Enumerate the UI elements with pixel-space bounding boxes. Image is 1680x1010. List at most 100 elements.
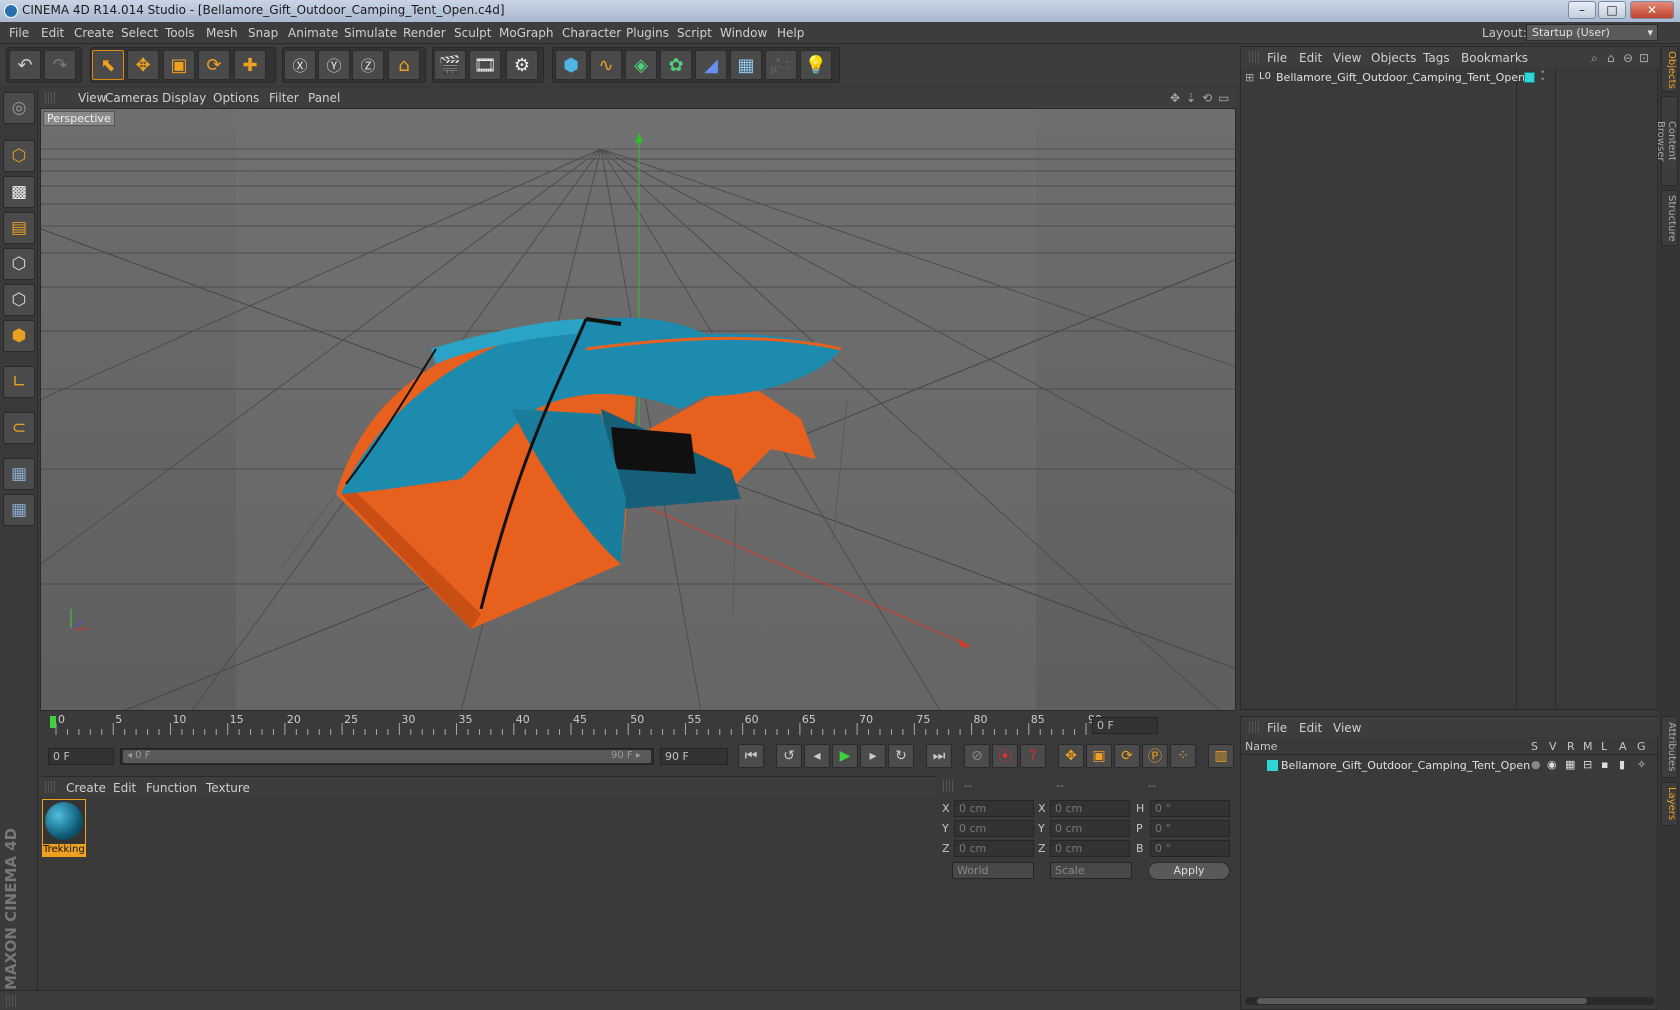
- timeline-playhead[interactable]: [50, 716, 56, 728]
- object-row[interactable]: ⊞ L0 Bellamore_Gift_Outdoor_Camping_Tent…: [1241, 69, 1659, 87]
- menu-animate[interactable]: Animate: [288, 26, 338, 40]
- viewport-menu-display[interactable]: Display: [162, 91, 206, 105]
- key-scale-icon[interactable]: ▣: [1086, 744, 1112, 768]
- planar-workplane-icon[interactable]: ▦: [3, 494, 35, 526]
- rotation-b-field[interactable]: 0 °: [1150, 840, 1230, 857]
- menu-window[interactable]: Window: [720, 26, 767, 40]
- position-y-field[interactable]: 0 cm: [954, 820, 1034, 837]
- layer-col-view[interactable]: V: [1549, 740, 1557, 753]
- tab-structure[interactable]: Structure: [1661, 190, 1678, 246]
- layer-color-tag[interactable]: [1524, 72, 1535, 83]
- viewport-menu-filter[interactable]: Filter: [269, 91, 299, 105]
- points-mode-icon[interactable]: ⬡: [3, 248, 35, 280]
- panel-grip[interactable]: [45, 92, 55, 104]
- objects-menu-bookmarks[interactable]: Bookmarks: [1461, 51, 1528, 65]
- coordinate-system-icon[interactable]: ⌂: [388, 50, 420, 80]
- size-y-field[interactable]: 0 cm: [1050, 820, 1130, 837]
- expand-icon[interactable]: ⊞: [1245, 71, 1254, 84]
- panel-grip[interactable]: [45, 781, 55, 793]
- menu-mograph[interactable]: MoGraph: [499, 26, 554, 40]
- key-parameter-icon[interactable]: Ⓟ: [1142, 744, 1168, 768]
- layers-menu-edit[interactable]: Edit: [1299, 721, 1322, 735]
- material-menu-edit[interactable]: Edit: [113, 781, 136, 795]
- viewport-zoom-icon[interactable]: ⇣: [1186, 91, 1196, 105]
- tab-objects[interactable]: Objects: [1661, 46, 1678, 92]
- next-frame-icon[interactable]: ▸: [860, 744, 886, 768]
- layer-color-swatch[interactable]: [1267, 760, 1278, 771]
- rotation-p-field[interactable]: 0 °: [1150, 820, 1230, 837]
- undo-icon[interactable]: ↶: [9, 50, 41, 80]
- workplane-icon[interactable]: ▤: [3, 212, 35, 244]
- menu-file[interactable]: File: [9, 26, 29, 40]
- panel-grip[interactable]: [6, 995, 16, 1007]
- viewport-maximize-icon[interactable]: ▭: [1218, 91, 1229, 105]
- move-icon[interactable]: ✥: [127, 50, 159, 80]
- material-menu-create[interactable]: Create: [66, 781, 106, 795]
- search-icon[interactable]: ⌕: [1591, 51, 1598, 66]
- goto-start-icon[interactable]: ⏮: [738, 744, 764, 768]
- close-button[interactable]: ✕: [1630, 1, 1674, 19]
- timeline-window-icon[interactable]: ▥: [1208, 744, 1234, 768]
- menu-select[interactable]: Select: [121, 26, 158, 40]
- timeline-ruler[interactable]: 051015202530354045505560657075808590 0 F: [40, 713, 1236, 741]
- axis-mode-icon[interactable]: ∟: [3, 366, 35, 398]
- maximize-button[interactable]: □: [1598, 1, 1626, 19]
- apply-button[interactable]: Apply: [1148, 862, 1230, 880]
- model-mode-icon[interactable]: ⬡: [3, 140, 35, 172]
- snap-magnet-icon[interactable]: ⊂: [3, 412, 35, 444]
- position-x-field[interactable]: 0 cm: [954, 800, 1034, 817]
- objects-menu-view[interactable]: View: [1333, 51, 1361, 65]
- add-object-icon[interactable]: ✚: [234, 50, 266, 80]
- key-pla-icon[interactable]: ⁘: [1170, 744, 1196, 768]
- manager-icon[interactable]: ⊟: [1583, 758, 1592, 771]
- visibility-dots-icon[interactable]: • •: [1540, 69, 1545, 85]
- minimize-button[interactable]: –: [1568, 1, 1596, 19]
- panel-grip[interactable]: [943, 780, 953, 792]
- menu-help[interactable]: Help: [777, 26, 804, 40]
- perspective-viewport[interactable]: Perspective: [40, 108, 1236, 711]
- menu-edit[interactable]: Edit: [41, 26, 64, 40]
- play-icon[interactable]: ▶: [832, 744, 858, 768]
- menu-create[interactable]: Create: [74, 26, 114, 40]
- nurbs-icon[interactable]: ◈: [625, 50, 657, 80]
- objects-menu-objects[interactable]: Objects: [1371, 51, 1416, 65]
- render-settings-icon[interactable]: ⚙: [506, 50, 538, 80]
- start-frame-field[interactable]: 0 F: [48, 748, 114, 765]
- layer-name[interactable]: Bellamore_Gift_Outdoor_Camping_Tent_Open: [1281, 759, 1530, 772]
- keyframe-selection-icon[interactable]: ?: [1020, 744, 1046, 768]
- viewport-move-icon[interactable]: ✥: [1170, 91, 1180, 105]
- layer-col-locked[interactable]: L: [1601, 740, 1607, 753]
- layers-menu-file[interactable]: File: [1267, 721, 1287, 735]
- menu-sculpt[interactable]: Sculpt: [454, 26, 491, 40]
- key-position-icon[interactable]: ✥: [1058, 744, 1084, 768]
- menu-render[interactable]: Render: [403, 26, 446, 40]
- goto-end-icon[interactable]: ⏭: [926, 744, 952, 768]
- render-view-icon[interactable]: 🎬: [434, 50, 466, 80]
- layer-col-manager[interactable]: M: [1583, 740, 1593, 753]
- y-axis-lock-icon[interactable]: Ⓨ: [318, 50, 350, 80]
- camera-icon[interactable]: 🎥: [765, 50, 797, 80]
- record-keys-icon[interactable]: ⊘: [964, 744, 990, 768]
- home-icon[interactable]: ⌂: [1607, 51, 1615, 65]
- z-axis-lock-icon[interactable]: Ⓩ: [352, 50, 384, 80]
- size-x-field[interactable]: 0 cm: [1050, 800, 1130, 817]
- generators-icon[interactable]: ✧: [1637, 758, 1646, 771]
- floor-icon[interactable]: ▦: [730, 50, 762, 80]
- objects-menu-file[interactable]: File: [1267, 51, 1287, 65]
- deformer-icon[interactable]: ◢: [695, 50, 727, 80]
- layer-col-generators[interactable]: G: [1637, 740, 1646, 753]
- coordinate-space-dropdown[interactable]: World: [952, 862, 1034, 879]
- objects-menu-tags[interactable]: Tags: [1423, 51, 1450, 65]
- layer-horizontal-scrollbar[interactable]: [1245, 997, 1655, 1005]
- menu-character[interactable]: Character: [562, 26, 621, 40]
- viewport-menu-options[interactable]: Options: [213, 91, 259, 105]
- solo-icon[interactable]: ●: [1531, 758, 1541, 771]
- viewport-menu-cameras[interactable]: Cameras: [105, 91, 158, 105]
- layer-col-render[interactable]: R: [1567, 740, 1575, 753]
- layer-row[interactable]: Bellamore_Gift_Outdoor_Camping_Tent_Open…: [1241, 757, 1659, 775]
- lock-icon[interactable]: ▪: [1601, 758, 1608, 771]
- autokey-icon[interactable]: ⦿: [992, 744, 1018, 768]
- objects-menu-edit[interactable]: Edit: [1299, 51, 1322, 65]
- cube-icon[interactable]: ⬢: [555, 50, 587, 80]
- redo-icon[interactable]: ↷: [44, 50, 76, 80]
